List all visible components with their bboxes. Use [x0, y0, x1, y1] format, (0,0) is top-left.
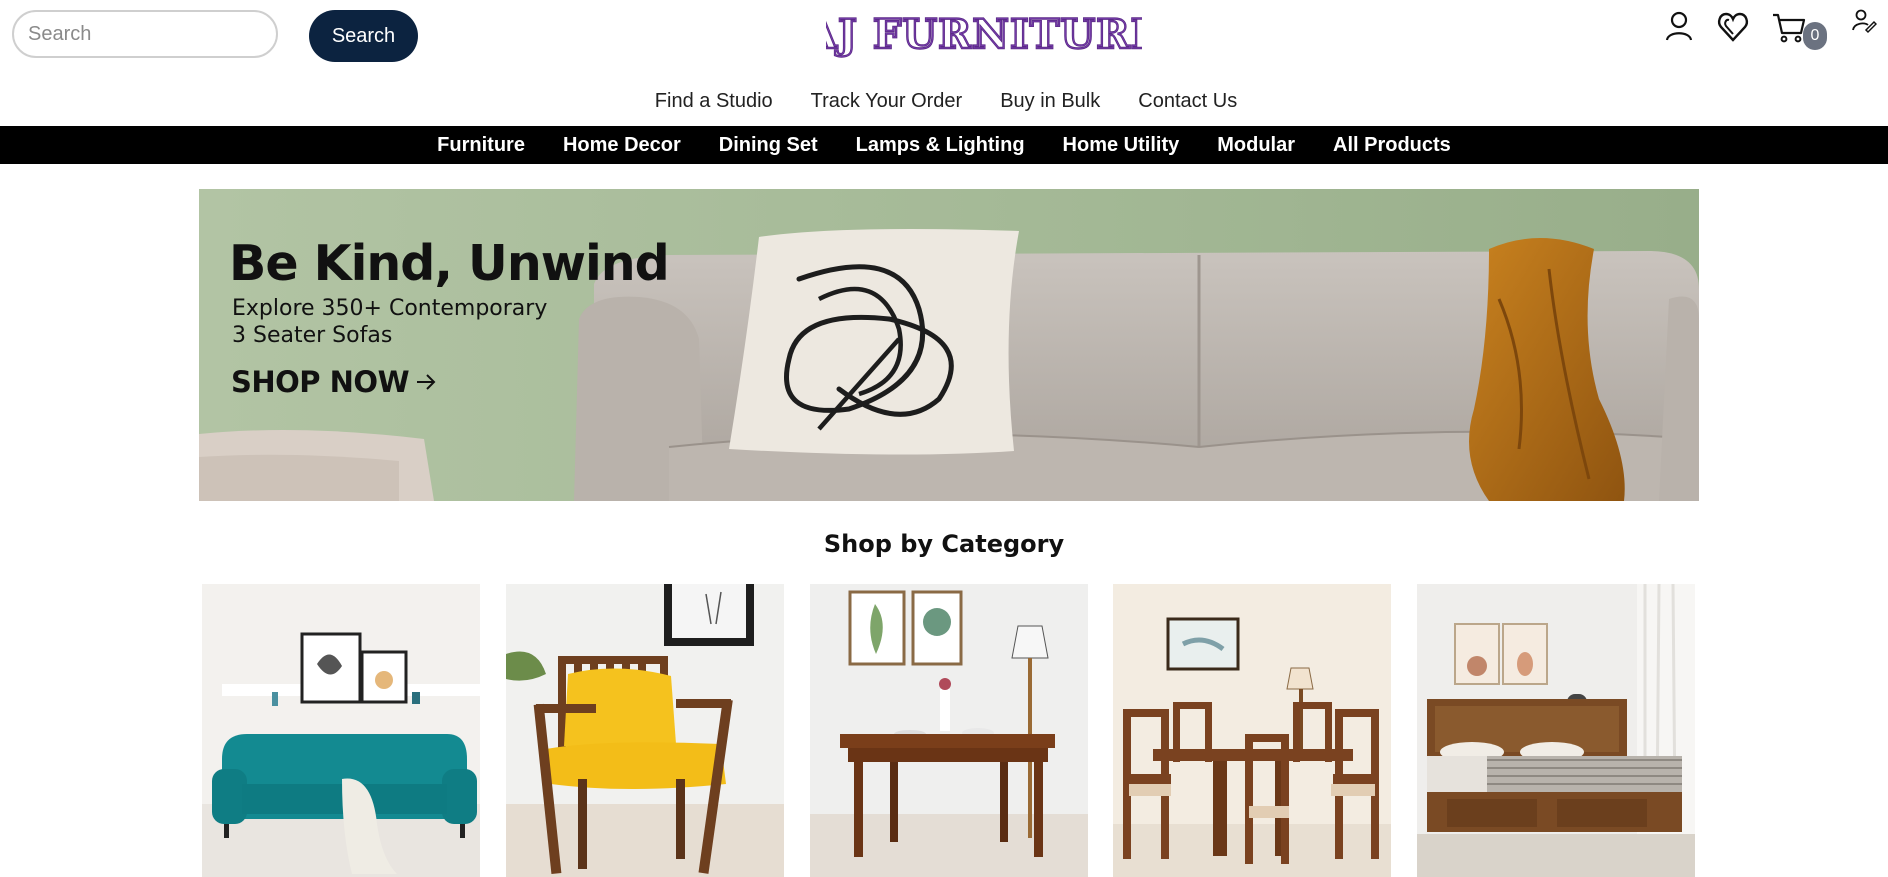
link-buy-in-bulk[interactable]: Buy in Bulk: [1000, 86, 1100, 116]
sofa-image: [202, 584, 480, 877]
dining-set-image: [1113, 584, 1391, 877]
cart-count-badge: 0: [1803, 22, 1827, 50]
category-tile-table[interactable]: [810, 584, 1088, 877]
arrow-right-icon: [417, 374, 436, 390]
banner-subtitle-line1: Explore 350+ Contemporary: [232, 296, 548, 321]
link-track-order[interactable]: Track Your Order: [811, 86, 963, 116]
hero-banner[interactable]: Be Kind, Unwind Explore 350+ Contemporar…: [199, 189, 1699, 501]
search-input[interactable]: [12, 10, 278, 58]
section-title: Shop by Category: [823, 530, 1065, 558]
link-find-studio[interactable]: Find a Studio: [655, 86, 773, 116]
banner-headline: Be Kind, Unwind: [229, 235, 670, 292]
nav-home-decor[interactable]: Home Decor: [563, 134, 681, 157]
banner-subtitle: Explore 350+ Contemporary 3 Seater Sofas: [232, 295, 547, 349]
category-tile-dining-set[interactable]: [1113, 584, 1391, 877]
nav-all-products[interactable]: All Products: [1333, 134, 1451, 157]
nav-furniture[interactable]: Furniture: [437, 134, 525, 157]
nav-lamps-lighting[interactable]: Lamps & Lighting: [856, 134, 1025, 157]
user-edit-icon[interactable]: [1851, 8, 1878, 34]
svg-text:AJ FURNITURE: AJ FURNITURE: [826, 11, 1142, 58]
banner-subtitle-line2: 3 Seater Sofas: [232, 323, 393, 348]
link-contact-us[interactable]: Contact Us: [1138, 86, 1237, 116]
wishlist-heart-icon[interactable]: [1716, 10, 1750, 44]
site-logo[interactable]: AJ FURNITURE AJ FURNITURE: [804, 4, 1162, 64]
shop-now-label: SHOP NOW: [231, 365, 410, 399]
logo-wordmark: AJ FURNITURE AJ FURNITURE: [804, 10, 1162, 59]
category-tile-sofa[interactable]: [202, 584, 480, 877]
nav-modular[interactable]: Modular: [1217, 134, 1295, 157]
nav-dining-set[interactable]: Dining Set: [719, 134, 818, 157]
cart-icon[interactable]: [1771, 10, 1807, 44]
search-button[interactable]: Search: [309, 10, 418, 62]
nav-home-utility[interactable]: Home Utility: [1063, 134, 1180, 157]
shop-now-link[interactable]: SHOP NOW: [231, 365, 437, 399]
utility-links: Find a Studio Track Your Order Buy in Bu…: [0, 86, 1888, 116]
table-image: [810, 584, 1088, 877]
user-icon[interactable]: [1662, 10, 1696, 44]
bed-image: [1417, 584, 1695, 877]
chair-image: [506, 584, 784, 877]
category-tile-bed[interactable]: [1417, 584, 1695, 877]
category-nav-bar: Furniture Home Decor Dining Set Lamps & …: [0, 126, 1888, 164]
category-tile-chair[interactable]: [506, 584, 784, 877]
